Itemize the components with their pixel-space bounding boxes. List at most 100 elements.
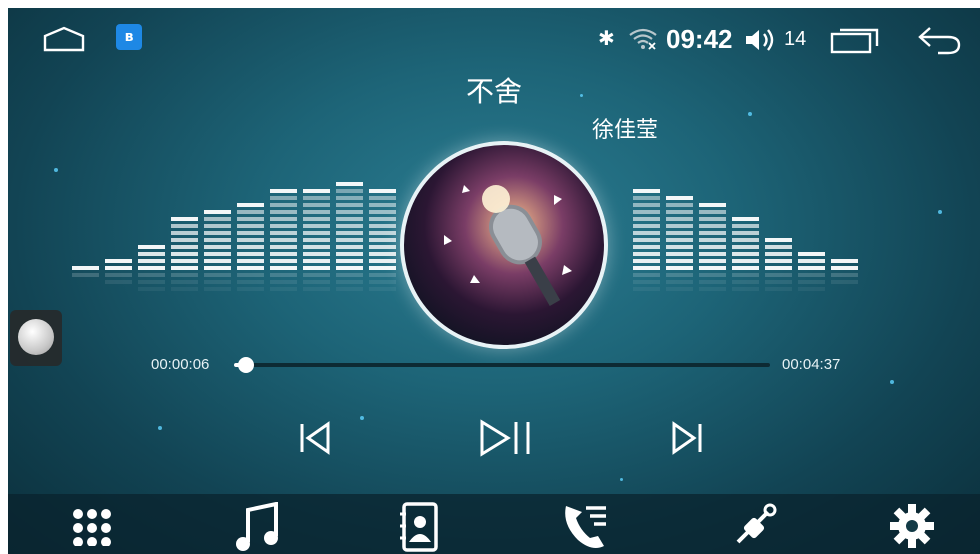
equalizer-reflection — [237, 287, 264, 291]
equalizer-reflection — [105, 280, 132, 284]
equalizer-segment — [633, 224, 660, 228]
floating-home-button[interactable] — [10, 310, 62, 366]
equalizer-segment — [303, 266, 330, 270]
equalizer-reflection — [831, 280, 858, 284]
bottom-dock — [8, 494, 980, 554]
equalizer-segment — [369, 259, 396, 263]
settings-icon[interactable] — [888, 502, 936, 550]
equalizer-segment — [270, 238, 297, 242]
equalizer-segment — [303, 259, 330, 263]
equalizer-segment — [699, 217, 726, 221]
equalizer-bar — [699, 203, 726, 291]
call-log-icon[interactable] — [560, 502, 610, 552]
equalizer-segment — [171, 231, 198, 235]
equalizer-segment — [336, 203, 363, 207]
equalizer-segment — [369, 231, 396, 235]
equalizer-segment — [237, 238, 264, 242]
equalizer-segment — [336, 245, 363, 249]
equalizer-segment — [369, 266, 396, 270]
equalizer-reflection — [633, 280, 660, 284]
equalizer-segment — [303, 238, 330, 242]
equalizer-segment — [699, 266, 726, 270]
equalizer-segment — [237, 210, 264, 214]
progress-thumb[interactable] — [237, 357, 254, 373]
equalizer-reflection — [105, 273, 132, 277]
equalizer-segment — [369, 252, 396, 256]
equalizer-segment — [336, 224, 363, 228]
equalizer-segment — [633, 245, 660, 249]
equalizer-reflection — [699, 287, 726, 291]
equalizer-segment — [699, 203, 726, 207]
equalizer-segment — [138, 245, 165, 249]
equalizer-reflection — [633, 273, 660, 277]
equalizer-segment — [138, 266, 165, 270]
equalizer-reflection — [303, 287, 330, 291]
equalizer-segment — [666, 196, 693, 200]
equalizer-segment — [666, 238, 693, 242]
microphone-artwork — [444, 185, 572, 306]
equalizer-segment — [633, 217, 660, 221]
equalizer-segment — [270, 259, 297, 263]
equalizer-reflection — [765, 273, 792, 277]
previous-icon[interactable] — [298, 418, 332, 458]
equalizer-segment — [765, 252, 792, 256]
equalizer-segment — [270, 252, 297, 256]
equalizer-segment — [171, 259, 198, 263]
music-icon[interactable] — [234, 502, 280, 552]
equalizer-segment — [798, 259, 825, 263]
equalizer-segment — [732, 224, 759, 228]
equalizer-segment — [105, 266, 132, 270]
equalizer-segment — [732, 252, 759, 256]
equalizer-bar — [171, 217, 198, 291]
equalizer-reflection — [204, 273, 231, 277]
equalizer-segment — [138, 252, 165, 256]
particle — [158, 426, 162, 430]
equalizer-bar — [303, 189, 330, 291]
top-border — [0, 0, 980, 8]
equalizer-bar — [237, 203, 264, 291]
equalizer-segment — [204, 266, 231, 270]
next-icon[interactable] — [670, 418, 704, 458]
total-duration: 00:04:37 — [782, 356, 841, 373]
equalizer-segment — [699, 224, 726, 228]
equalizer-reflection — [765, 280, 792, 284]
equalizer-segment — [303, 203, 330, 207]
bluetooth-settings-icon[interactable] — [728, 502, 778, 552]
equalizer-segment — [204, 259, 231, 263]
equalizer-segment — [633, 266, 660, 270]
equalizer-reflection — [270, 273, 297, 277]
equalizer-bar — [369, 189, 396, 291]
equalizer-segment — [171, 266, 198, 270]
apps-grid-icon[interactable] — [70, 506, 114, 546]
contacts-icon[interactable] — [400, 502, 440, 552]
equalizer-segment — [369, 217, 396, 221]
equalizer-segment — [765, 266, 792, 270]
progress-bar[interactable] — [234, 357, 770, 373]
equalizer-reflection — [138, 287, 165, 291]
equalizer-bar — [633, 189, 660, 291]
equalizer-segment — [303, 210, 330, 214]
equalizer-segment — [270, 196, 297, 200]
equalizer-segment — [369, 196, 396, 200]
equalizer-segment — [666, 259, 693, 263]
equalizer-segment — [666, 231, 693, 235]
equalizer-segment — [732, 259, 759, 263]
equalizer-segment — [237, 217, 264, 221]
album-art[interactable] — [400, 141, 608, 349]
equalizer-segment — [369, 210, 396, 214]
equalizer-segment — [270, 231, 297, 235]
equalizer-reflection — [336, 273, 363, 277]
equalizer-reflection — [369, 287, 396, 291]
equalizer-segment — [303, 252, 330, 256]
equalizer-segment — [732, 231, 759, 235]
equalizer-reflection — [699, 273, 726, 277]
equalizer-segment — [270, 203, 297, 207]
equalizer-segment — [303, 189, 330, 193]
equalizer-segment — [204, 238, 231, 242]
equalizer-reflection — [204, 287, 231, 291]
equalizer-segment — [336, 252, 363, 256]
equalizer-segment — [336, 231, 363, 235]
play-pause-icon[interactable] — [478, 418, 534, 458]
equalizer-segment — [633, 252, 660, 256]
equalizer-reflection — [171, 273, 198, 277]
